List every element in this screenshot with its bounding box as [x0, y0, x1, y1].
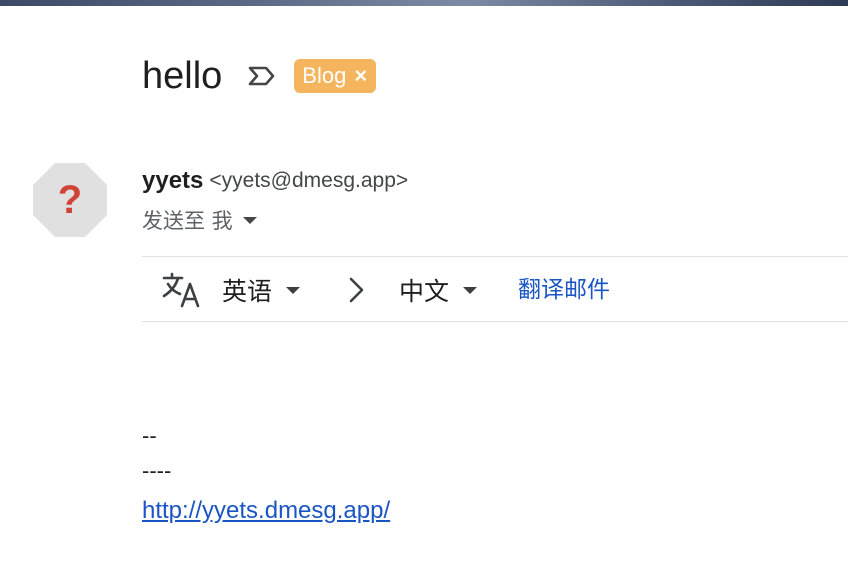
message-body: -- ---- http://yyets.dmesg.app/	[142, 422, 390, 530]
translate-bar: 英语 中文 翻译邮件	[142, 256, 848, 322]
importance-marker-icon[interactable]	[246, 64, 278, 88]
recipient-details-toggle[interactable]: 发送至 我	[142, 205, 257, 235]
subject-row: hello Blog ×	[142, 52, 377, 100]
unknown-sender-icon: ?	[33, 163, 107, 237]
translate-icon	[162, 272, 202, 308]
recipient-text: 发送至 我	[142, 209, 233, 233]
signature-link[interactable]: http://yyets.dmesg.app/	[142, 497, 390, 524]
signature-separator: --	[142, 423, 157, 448]
window-top-edge	[0, 0, 848, 6]
source-language-label: 英语	[222, 277, 273, 306]
chevron-right-icon	[342, 276, 370, 304]
source-language-select[interactable]: 英语	[222, 274, 301, 306]
sender-row: yyets <yyets@dmesg.app>	[142, 166, 408, 196]
sender-email: <yyets@dmesg.app>	[209, 169, 409, 192]
avatar[interactable]: ?	[33, 163, 107, 237]
remove-label-button[interactable]: ×	[354, 59, 367, 93]
sender-name[interactable]: yyets	[142, 167, 203, 195]
label-chip-text: Blog	[302, 63, 347, 88]
target-language-label: 中文	[399, 277, 450, 306]
avatar-glyph: ?	[58, 178, 82, 222]
translate-message-link[interactable]: 翻译邮件	[518, 274, 610, 306]
chevron-down-icon[interactable]	[242, 216, 257, 224]
signature-line: ----	[142, 458, 172, 483]
chevron-down-icon	[463, 286, 478, 294]
chevron-down-icon	[286, 286, 301, 294]
target-language-select[interactable]: 中文	[399, 274, 478, 306]
label-chip-blog: Blog ×	[294, 59, 377, 93]
email-subject: hello	[142, 55, 223, 97]
